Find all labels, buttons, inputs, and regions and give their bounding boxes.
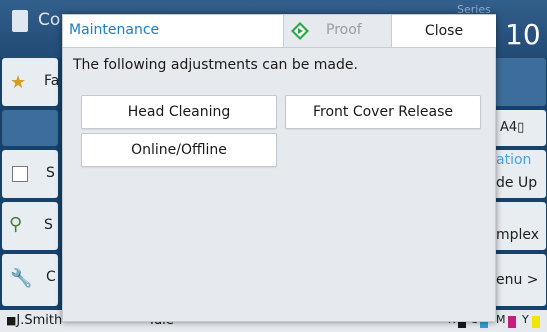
dialog-title: Maintenance bbox=[69, 22, 160, 38]
maintenance-dialog: Maintenance Proof Close The following ad… bbox=[62, 14, 496, 322]
online-offline-button[interactable]: Online/Offline bbox=[81, 133, 277, 167]
background-button-label: S bbox=[44, 217, 53, 233]
background-search-button[interactable]: ⚲ S bbox=[2, 202, 58, 250]
ink-label-y: Y bbox=[522, 313, 529, 326]
background-button-label: de Up bbox=[496, 175, 538, 191]
head-cleaning-button[interactable]: Head Cleaning bbox=[81, 95, 277, 129]
proof-diamond-icon bbox=[291, 22, 309, 40]
background-accent-label: ation bbox=[496, 152, 532, 168]
checkbox-icon bbox=[12, 166, 28, 182]
favorite-icon: ★ bbox=[10, 72, 27, 93]
background-duplex-button[interactable]: mplex bbox=[488, 202, 546, 250]
search-icon: ⚲ bbox=[9, 214, 23, 235]
status-user: ■J.Smith bbox=[6, 313, 62, 328]
copy-icon bbox=[12, 10, 28, 32]
background-button-label: mplex bbox=[496, 227, 540, 243]
user-icon: ■ bbox=[6, 314, 17, 327]
background-tools-button[interactable]: 🔧 C bbox=[2, 254, 58, 306]
dialog-message: The following adjustments can be made. bbox=[73, 57, 358, 73]
proof-label: Proof bbox=[326, 22, 362, 38]
ink-level-m bbox=[508, 316, 516, 328]
ink-level-y bbox=[532, 316, 540, 328]
background-right-blank-button[interactable] bbox=[494, 58, 546, 106]
background-menu-button[interactable]: enu > bbox=[488, 254, 546, 306]
background-button-label: Fa bbox=[44, 73, 60, 89]
background-button-label: C bbox=[46, 269, 56, 285]
ink-label-m: M bbox=[496, 313, 506, 326]
proof-button[interactable]: Proof bbox=[283, 15, 392, 47]
background-layout-button[interactable]: ation de Up bbox=[488, 150, 546, 198]
background-button-label: enu > bbox=[496, 272, 539, 288]
front-cover-release-button[interactable]: Front Cover Release bbox=[285, 95, 481, 129]
status-user-name: J.Smith bbox=[16, 313, 63, 328]
close-button[interactable]: Close bbox=[391, 15, 496, 47]
background-left-checkbox-button[interactable]: S bbox=[2, 150, 58, 198]
background-favorite-button[interactable]: ★ Fa bbox=[2, 58, 60, 106]
screen: Co Series 10 ★ Fa S ⚲ S 🔧 C A4▯ ation de… bbox=[0, 0, 547, 332]
wrench-icon: 🔧 bbox=[10, 268, 33, 289]
background-button-label: A4▯ bbox=[500, 120, 525, 135]
background-button-label: S bbox=[46, 165, 55, 181]
background-left-blank-button[interactable] bbox=[2, 110, 58, 146]
background-mode-title: Co bbox=[38, 10, 61, 30]
dialog-header: Maintenance Proof Close bbox=[63, 15, 496, 48]
background-copy-count: 10 bbox=[505, 18, 541, 51]
background-paper-button[interactable]: A4▯ bbox=[488, 110, 546, 146]
